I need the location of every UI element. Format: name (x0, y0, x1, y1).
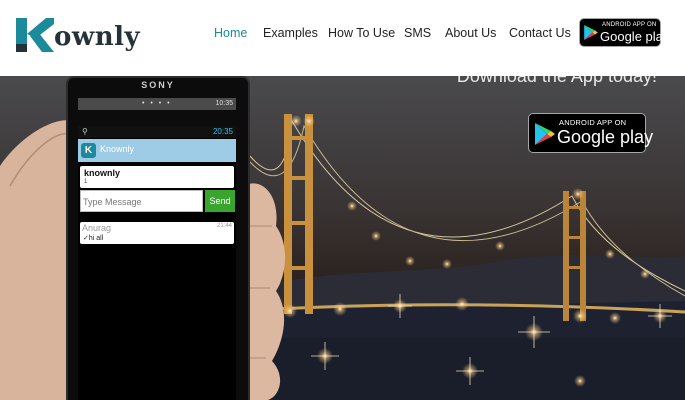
nav-examples[interactable]: Examples (263, 26, 318, 40)
badge-big-text: Google play (557, 127, 654, 147)
message-item[interactable]: Anurag 21:44 ✓hi all (80, 222, 234, 244)
message-sender: Anurag (82, 223, 112, 233)
contact-card[interactable]: knownly 1 (80, 166, 234, 188)
app-status-bar: ⚲ 20:35 (78, 126, 236, 138)
phone-mockup: SONY • • • • 10:35 ⚲ 20:35 K Knownly kno… (66, 76, 250, 400)
google-play-icon (584, 25, 598, 40)
hero-headline: Download the App today! (456, 76, 657, 86)
header-google-play-badge[interactable]: ANDROID APP ON Google play (579, 18, 669, 47)
badge-small-text: ANDROID APP ON (602, 22, 657, 28)
message-time: 21:44 (216, 223, 232, 229)
usb-icon: ⚲ (82, 127, 88, 136)
contact-count: 1 (84, 179, 88, 185)
phone-screen: ⚲ 20:35 K Knownly knownly 1 Type Message… (78, 126, 236, 400)
app-action-bar: K Knownly (78, 139, 236, 162)
nav-sms[interactable]: SMS (404, 26, 431, 40)
nav-how-to-use[interactable]: How To Use (328, 26, 395, 40)
status-time: 20:35 (212, 127, 233, 136)
badge-big-text: Google play (600, 29, 670, 44)
message-text-row: ✓hi all (83, 234, 103, 242)
app-logo-icon: K (81, 143, 96, 158)
app-title: Knownly (100, 144, 135, 154)
logo-wordmark: ownly (54, 22, 141, 52)
contact-name: knownly (84, 168, 121, 178)
hero-banner: Download the App today! ANDROID APP ON G… (0, 76, 685, 400)
home-status-bar: • • • • 10:35 (78, 98, 236, 110)
send-button[interactable]: Send (205, 190, 235, 212)
nav-about-us[interactable]: About Us (445, 26, 496, 40)
message-text: hi all (88, 235, 104, 242)
nav-home[interactable]: Home (214, 26, 247, 40)
google-play-icon (535, 123, 555, 145)
message-input[interactable]: Type Message (80, 190, 203, 212)
page-dots-icon: • • • • (142, 100, 172, 107)
site-header: ownly Home Examples How To Use SMS About… (0, 0, 685, 76)
nav-contact-us[interactable]: Contact Us (509, 26, 571, 40)
logo-k-mark (16, 18, 54, 52)
badge-small-text: ANDROID APP ON (559, 118, 627, 127)
hero-google-play-badge[interactable]: ANDROID APP ON Google play (528, 113, 653, 153)
phone-brand-label: SONY (141, 80, 175, 90)
status-time: 10:35 (215, 100, 233, 107)
